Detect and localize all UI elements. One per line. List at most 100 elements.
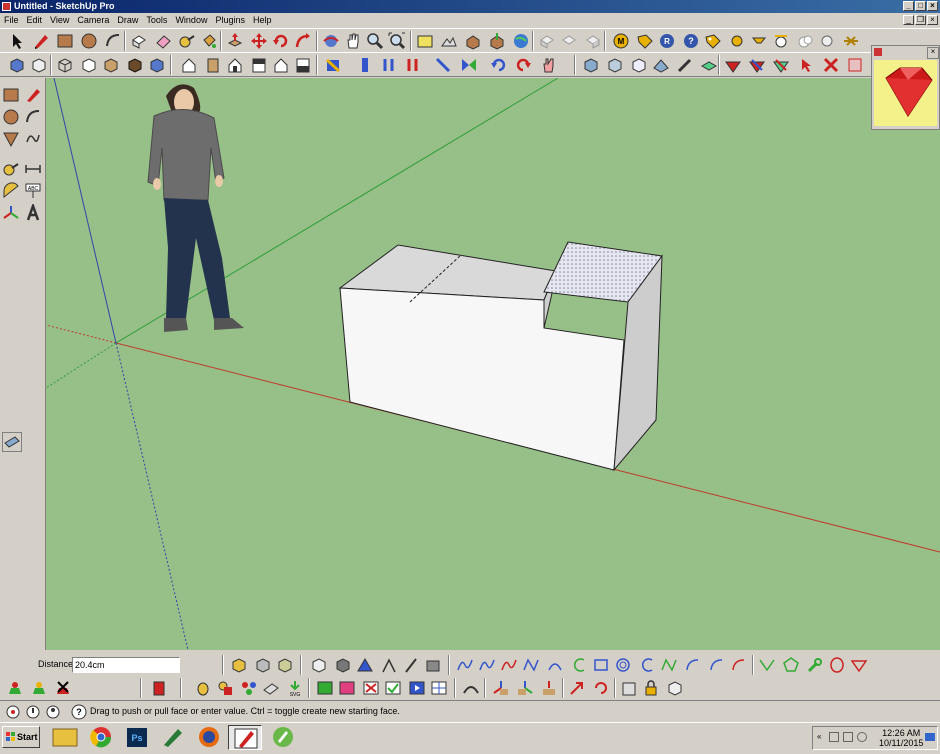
doc-restore-button[interactable]: ❐ — [915, 15, 926, 25]
tray-clock[interactable]: 12:26 AM 10/11/2015 — [879, 728, 923, 748]
solid-cube-icon[interactable] — [310, 656, 328, 674]
monochrome-icon[interactable] — [148, 56, 166, 74]
front-face[interactable] — [339, 287, 625, 471]
add-location-icon[interactable] — [416, 32, 434, 50]
extension-dot-icon[interactable] — [728, 32, 746, 50]
menu-tools[interactable]: Tools — [142, 13, 171, 28]
ellipse-icon[interactable] — [828, 656, 846, 674]
menu-view[interactable]: View — [46, 13, 73, 28]
get-models-icon[interactable] — [464, 32, 482, 50]
shaded-icon[interactable] — [102, 56, 120, 74]
gear-bag-icon[interactable] — [620, 679, 638, 697]
sandbox-from-contours-icon[interactable] — [230, 656, 248, 674]
triangle-icon[interactable] — [356, 656, 374, 674]
sandbox-icon[interactable] — [582, 56, 600, 74]
triangle-outline-icon[interactable] — [850, 656, 868, 674]
orbit-icon[interactable] — [322, 32, 340, 50]
tray-network-icon[interactable] — [829, 732, 839, 742]
zoom-extents-icon[interactable] — [388, 32, 406, 50]
back-view-icon[interactable] — [272, 56, 290, 74]
text-tool-icon[interactable]: ABC — [24, 182, 42, 200]
shaded-texture-icon[interactable] — [126, 56, 144, 74]
scale-icon[interactable] — [434, 56, 452, 74]
extension-sphere-icon[interactable] — [818, 32, 836, 50]
rotate-icon[interactable] — [272, 32, 290, 50]
taskbar-chrome-icon[interactable] — [84, 725, 118, 750]
section-plane-icon[interactable] — [324, 56, 342, 74]
freehand-tool-icon[interactable] — [24, 130, 42, 148]
user-icon[interactable] — [44, 703, 62, 721]
ruby-console-panel[interactable]: × — [871, 45, 940, 130]
rectangle-icon[interactable] — [56, 32, 74, 50]
extension-r-icon[interactable]: R — [658, 32, 676, 50]
polygon-outline-icon[interactable] — [782, 656, 800, 674]
dimension-tool-icon[interactable] — [24, 160, 42, 178]
eraser-icon[interactable] — [154, 32, 172, 50]
curve-9-icon[interactable] — [638, 656, 656, 674]
extension-shapes-icon[interactable] — [216, 679, 234, 697]
taskbar-photoshop-icon[interactable]: Ps — [120, 725, 154, 750]
wireframe-icon[interactable] — [56, 56, 74, 74]
wrench-icon[interactable] — [806, 656, 824, 674]
axis-arrow-2-icon[interactable] — [516, 679, 534, 697]
taskbar-layout-icon[interactable] — [266, 725, 300, 750]
sandbox-grid-icon[interactable] — [254, 656, 272, 674]
3d-text-tool-icon[interactable] — [24, 202, 42, 222]
left-view-icon[interactable] — [294, 56, 312, 74]
move-icon[interactable] — [250, 32, 268, 50]
knife-icon[interactable] — [402, 656, 420, 674]
extension-eraser-icon[interactable] — [262, 679, 280, 697]
taskbar-firefox-icon[interactable] — [192, 725, 226, 750]
curve-8-icon[interactable] — [614, 656, 632, 674]
tape-measure-icon[interactable] — [178, 32, 196, 50]
line-tool-icon[interactable] — [24, 86, 42, 104]
curve-13-icon[interactable] — [730, 656, 748, 674]
iso-view-icon[interactable] — [8, 56, 26, 74]
tray-expand-icon[interactable]: « — [817, 732, 821, 741]
toggle-terrain-icon[interactable] — [440, 32, 458, 50]
extension-select-icon[interactable] — [798, 56, 816, 74]
hidden-line-icon[interactable] — [80, 56, 98, 74]
polygon-tool-icon[interactable] — [2, 130, 20, 148]
extension-tag-icon[interactable] — [636, 32, 654, 50]
iso-house-icon[interactable] — [180, 56, 198, 74]
flip-arrows-icon[interactable] — [380, 56, 398, 74]
circle-tool-icon[interactable] — [2, 108, 20, 126]
layer-play-icon[interactable] — [408, 679, 426, 697]
start-button[interactable]: Start — [2, 726, 40, 748]
intersect-icon[interactable] — [560, 32, 578, 50]
curve-3-icon[interactable] — [500, 656, 518, 674]
geo-location-icon[interactable] — [4, 703, 22, 721]
arrow-rotate-icon[interactable] — [592, 679, 610, 697]
arch-icon[interactable] — [462, 679, 480, 697]
layer-pink-icon[interactable] — [338, 679, 356, 697]
close-button[interactable]: × — [927, 1, 938, 11]
plant-remove-icon[interactable] — [54, 679, 72, 697]
add-detail-icon[interactable] — [724, 56, 742, 74]
taskbar-sketchup-icon[interactable] — [156, 725, 190, 750]
union-icon[interactable] — [584, 32, 602, 50]
paint-bucket-icon[interactable] — [200, 32, 218, 50]
menu-help[interactable]: Help — [249, 13, 276, 28]
redo-icon[interactable] — [514, 56, 532, 74]
svg-export-icon[interactable]: SVG — [286, 679, 304, 698]
scene-canvas[interactable] — [46, 78, 940, 650]
share-model-icon[interactable] — [488, 32, 506, 50]
arrow-up-right-icon[interactable] — [568, 679, 586, 697]
extension-dots-icon[interactable] — [240, 679, 258, 697]
curve-12-icon[interactable] — [708, 656, 726, 674]
taskbar-sketchup-active-icon[interactable] — [228, 725, 262, 750]
flip-edge-icon[interactable] — [748, 56, 766, 74]
front-view-icon[interactable] — [226, 56, 244, 74]
doc-minimize-button[interactable]: _ — [903, 15, 914, 25]
arc-icon[interactable] — [104, 32, 122, 50]
push-pull-icon[interactable] — [226, 32, 244, 50]
flip-red-icon[interactable] — [404, 56, 422, 74]
instructor-help-icon[interactable]: ? — [70, 703, 88, 721]
menu-plugins[interactable]: Plugins — [211, 13, 249, 28]
credits-icon[interactable] — [24, 703, 42, 721]
axes-tool-icon[interactable] — [2, 204, 20, 222]
extension-lamp-icon[interactable] — [750, 32, 768, 50]
menu-edit[interactable]: Edit — [23, 13, 47, 28]
extension-hand-icon[interactable] — [540, 56, 558, 74]
